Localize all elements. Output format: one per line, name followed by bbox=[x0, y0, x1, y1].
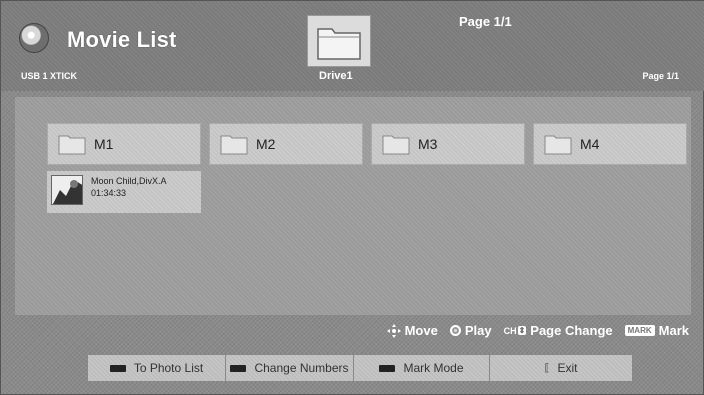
folder-label: M2 bbox=[256, 136, 276, 152]
folder-icon bbox=[220, 135, 248, 155]
mark-icon: MARK bbox=[624, 325, 655, 336]
folder-label: M1 bbox=[94, 136, 114, 152]
exit-button[interactable]: ⟦ Exit bbox=[490, 355, 632, 381]
move-arrows-icon bbox=[386, 323, 401, 338]
hint-mark-label: Mark bbox=[658, 323, 689, 338]
color-key-icon bbox=[230, 364, 247, 372]
hint-page-change: CH ⇕ Page Change bbox=[504, 323, 613, 338]
folder-icon bbox=[58, 135, 86, 155]
key-hints: Move Play CH ⇕ Page Change MARK Mark bbox=[379, 323, 689, 338]
folder-item[interactable]: M1 bbox=[47, 123, 201, 165]
page-indicator: Page 1/1 bbox=[642, 71, 679, 81]
hint-page-change-label: Page Change bbox=[530, 323, 613, 338]
page-title: Movie List bbox=[67, 27, 177, 52]
exit-label: Exit bbox=[557, 361, 578, 375]
movie-thumbnail bbox=[51, 175, 83, 205]
usb-device-label: USB 1 XTICK bbox=[21, 71, 78, 81]
play-icon bbox=[449, 325, 461, 336]
hint-move: Move bbox=[386, 323, 438, 338]
folder-icon bbox=[544, 135, 572, 155]
to-photo-list-label: To Photo List bbox=[133, 361, 204, 375]
hint-move-label: Move bbox=[404, 323, 438, 338]
mark-mode-label: Mark Mode bbox=[403, 361, 464, 375]
app-disc-icon bbox=[19, 23, 49, 53]
folder-label: M4 bbox=[580, 136, 600, 152]
drive-label: Drive1 bbox=[319, 70, 353, 82]
color-key-icon bbox=[379, 364, 396, 372]
screen: Movie List Page 1/1 USB 1 XTICK Drive1 P… bbox=[0, 0, 704, 395]
channel-icon: CH ⇕ bbox=[503, 325, 527, 336]
change-numbers-button[interactable]: Change Numbers bbox=[226, 355, 354, 381]
to-photo-list-button[interactable]: To Photo List bbox=[88, 355, 226, 381]
movie-duration: 01:34:33 bbox=[91, 188, 127, 198]
folder-item[interactable]: M2 bbox=[209, 123, 363, 165]
folder-item[interactable]: M4 bbox=[533, 123, 687, 165]
folder-label: M3 bbox=[418, 136, 438, 152]
movie-item[interactable]: Moon Child,DivX.A 01:34:33 bbox=[47, 171, 201, 213]
channel-label: CH bbox=[503, 325, 517, 336]
bottom-button-bar: To Photo List Change Numbers Mark Mode ⟦… bbox=[87, 354, 633, 382]
hint-mark: MARK Mark bbox=[624, 323, 689, 338]
current-folder-icon bbox=[307, 15, 371, 67]
exit-icon: ⟦ bbox=[544, 362, 550, 374]
color-key-icon bbox=[109, 364, 126, 372]
hint-play: Play bbox=[449, 323, 492, 338]
page-indicator-top: Page 1/1 bbox=[459, 14, 512, 29]
folder-item[interactable]: M3 bbox=[371, 123, 525, 165]
mark-mode-button[interactable]: Mark Mode bbox=[354, 355, 490, 381]
folder-icon bbox=[382, 135, 410, 155]
header: Movie List Page 1/1 USB 1 XTICK Drive1 P… bbox=[1, 1, 704, 91]
change-numbers-label: Change Numbers bbox=[254, 361, 349, 375]
movie-title: Moon Child,DivX.A bbox=[91, 176, 167, 186]
hint-play-label: Play bbox=[464, 323, 492, 338]
